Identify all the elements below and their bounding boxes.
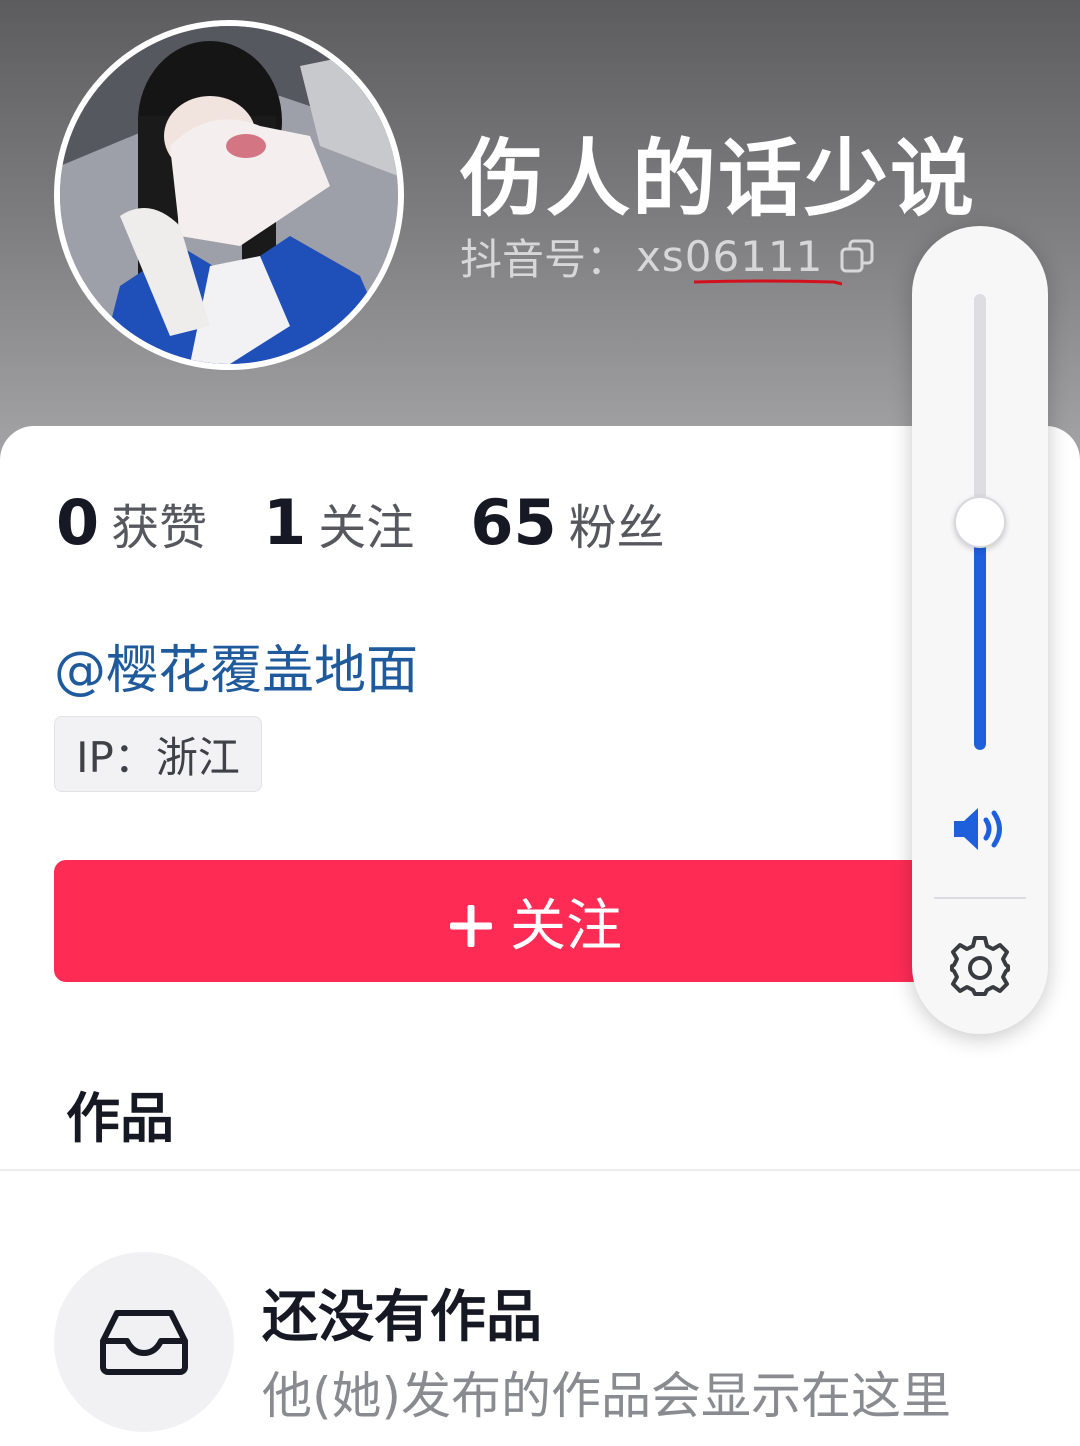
volume-slider-fill: [974, 522, 986, 750]
stat-likes[interactable]: 0 获赞: [56, 486, 207, 559]
empty-state-icon-circle: [54, 1252, 234, 1432]
follow-button[interactable]: 关注: [54, 860, 1016, 982]
inbox-tray-icon: [100, 1310, 188, 1375]
volume-overlay: [912, 226, 1048, 1034]
stat-following[interactable]: 1 关注: [263, 486, 414, 559]
profile-id-label: 抖音号：: [460, 234, 629, 284]
profile-id-value: xs06111: [636, 231, 824, 281]
ip-location-tag: IP：浙江: [54, 716, 262, 792]
stat-followers-label: 粉丝: [568, 499, 665, 556]
empty-state-title: 还没有作品: [262, 1285, 542, 1350]
plus-icon: [448, 898, 494, 947]
stat-followers-value: 65: [470, 485, 557, 559]
empty-state-subtitle: 他(她)发布的作品会显示在这里: [262, 1367, 952, 1425]
speaker-volume-icon[interactable]: [950, 804, 1010, 854]
stats-row: 0 获赞 1 关注 65 粉丝: [56, 482, 721, 562]
stat-following-value: 1: [263, 485, 307, 559]
profile-nickname: 伤人的话少说: [460, 130, 977, 228]
copy-icon[interactable]: [837, 236, 877, 276]
tabs-divider: [0, 1169, 1080, 1171]
volume-slider-thumb[interactable]: [954, 496, 1006, 548]
avatar-photo: [60, 26, 398, 364]
tab-works[interactable]: 作品: [66, 1074, 174, 1153]
volume-panel-divider: [934, 897, 1026, 899]
stat-following-label: 关注: [318, 499, 415, 556]
stat-followers[interactable]: 65 粉丝: [470, 486, 664, 559]
follow-button-label: 关注: [510, 893, 622, 959]
stat-likes-value: 0: [56, 485, 100, 559]
profile-id-row: 抖音号： xs06111: [460, 228, 877, 284]
bio-mention-link[interactable]: @樱花覆盖地面: [54, 628, 418, 703]
stat-likes-label: 获赞: [111, 499, 208, 556]
red-underline-annotation: [694, 279, 842, 286]
avatar[interactable]: [54, 20, 404, 370]
gear-icon[interactable]: [948, 934, 1012, 998]
